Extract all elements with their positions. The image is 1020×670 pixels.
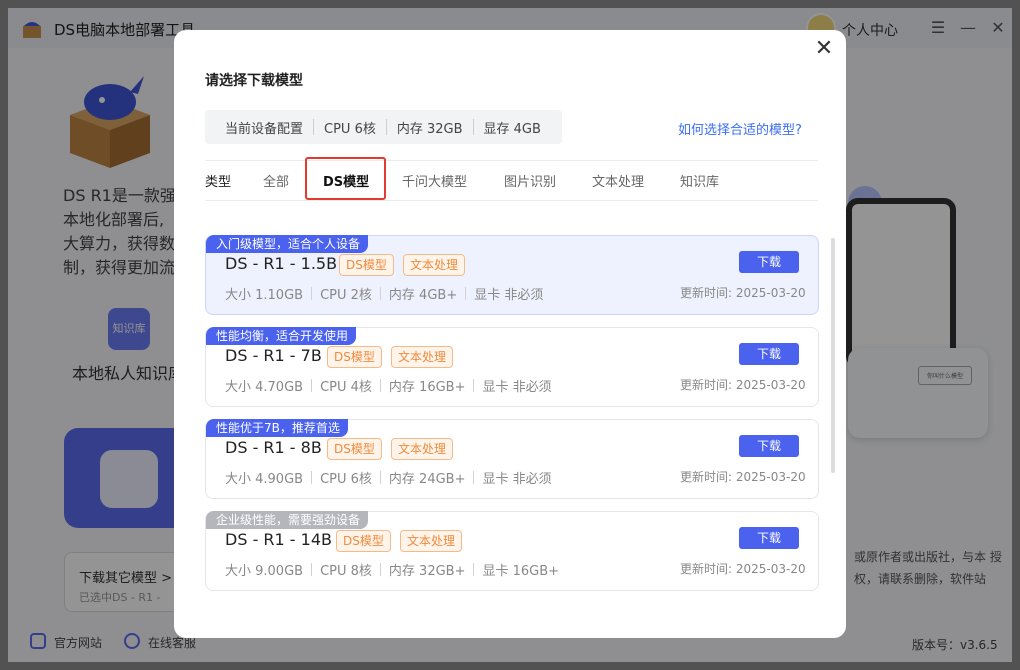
model-cpu: CPU 4核 bbox=[320, 380, 372, 395]
download-button[interactable]: 下载 bbox=[739, 343, 799, 365]
model-cpu: CPU 6核 bbox=[320, 472, 372, 487]
model-list: 入门级模型，适合个人设备 DS - R1 - 1.5B DS模型 文本处理 下载… bbox=[205, 235, 819, 635]
model-tag: 文本处理 bbox=[403, 254, 466, 276]
dialog-title: 请选择下载模型 bbox=[205, 73, 303, 89]
model-memory: 内存 32GB+ bbox=[388, 564, 466, 579]
model-tag: 文本处理 bbox=[391, 438, 454, 460]
model-tag: DS模型 bbox=[327, 438, 382, 460]
model-tier-badge: 企业级性能，需要强劲设备 bbox=[206, 511, 369, 529]
model-tier-badge: 性能均衡，适合开发使用 bbox=[206, 327, 357, 345]
model-updated: 更新时间: 2025-03-20 bbox=[680, 562, 806, 576]
model-name: DS - R1 - 14B bbox=[225, 530, 332, 549]
model-size: 大小 4.70GB bbox=[225, 380, 304, 395]
model-updated: 更新时间: 2025-03-20 bbox=[680, 286, 806, 300]
model-tag: 文本处理 bbox=[400, 530, 463, 552]
model-size: 大小 1.10GB bbox=[225, 288, 304, 303]
tab-knowledge-base[interactable]: 知识库 bbox=[680, 171, 719, 190]
download-button[interactable]: 下载 bbox=[739, 435, 799, 457]
model-tier-badge: 性能优于7B，推荐首选 bbox=[206, 419, 348, 437]
model-specs: 大小 1.10GB CPU 2核 内存 4GB+ 显卡 非必须 bbox=[225, 284, 543, 303]
type-filter-label: 类型 bbox=[205, 175, 232, 190]
model-updated: 更新时间: 2025-03-20 bbox=[680, 470, 806, 484]
model-gpu: 显卡 非必须 bbox=[482, 472, 552, 487]
active-tab-highlight bbox=[305, 157, 386, 200]
model-tier-badge: 入门级模型，适合个人设备 bbox=[206, 235, 369, 253]
download-button[interactable]: 下载 bbox=[739, 251, 799, 273]
divider bbox=[205, 160, 818, 161]
model-gpu: 显卡 非必须 bbox=[482, 380, 552, 395]
model-name: DS - R1 - 1.5B bbox=[225, 254, 338, 273]
device-config-label: 当前设备配置 bbox=[225, 121, 304, 137]
device-cpu: CPU 6核 bbox=[324, 121, 376, 137]
model-card[interactable]: 入门级模型，适合个人设备 DS - R1 - 1.5B DS模型 文本处理 下载… bbox=[205, 235, 819, 315]
model-updated: 更新时间: 2025-03-20 bbox=[680, 378, 806, 392]
model-card[interactable]: 性能优于7B，推荐首选 DS - R1 - 8B DS模型 文本处理 下载 大小… bbox=[205, 419, 819, 499]
tab-qianwen[interactable]: 千问大模型 bbox=[402, 171, 467, 190]
model-gpu: 显卡 非必须 bbox=[474, 288, 544, 303]
tab-all[interactable]: 全部 bbox=[263, 171, 289, 190]
model-specs: 大小 4.90GB CPU 6核 内存 24GB+ 显卡 非必须 bbox=[225, 468, 552, 487]
divider bbox=[205, 200, 818, 201]
model-specs: 大小 9.00GB CPU 8核 内存 32GB+ 显卡 16GB+ bbox=[225, 560, 559, 579]
divider bbox=[313, 119, 315, 135]
device-memory: 内存 32GB bbox=[396, 121, 463, 137]
tab-image-recognition[interactable]: 图片识别 bbox=[504, 171, 556, 190]
divider bbox=[385, 119, 387, 135]
model-cpu: CPU 2核 bbox=[320, 288, 372, 303]
model-card[interactable]: 性能均衡，适合开发使用 DS - R1 - 7B DS模型 文本处理 下载 大小… bbox=[205, 327, 819, 407]
model-memory: 内存 24GB+ bbox=[388, 472, 466, 487]
model-name: DS - R1 - 7B bbox=[225, 346, 322, 365]
model-size: 大小 4.90GB bbox=[225, 472, 304, 487]
model-specs: 大小 4.70GB CPU 4核 内存 16GB+ 显卡 非必须 bbox=[225, 376, 552, 395]
model-select-dialog: ✕ 请选择下载模型 当前设备配置 CPU 6核 内存 32GB 显存 4GB 如… bbox=[174, 30, 846, 638]
model-memory: 内存 4GB+ bbox=[388, 288, 458, 303]
model-card[interactable]: 企业级性能，需要强劲设备 DS - R1 - 14B DS模型 文本处理 下载 … bbox=[205, 511, 819, 591]
close-icon[interactable]: ✕ bbox=[812, 38, 836, 62]
model-tag: DS模型 bbox=[327, 346, 382, 368]
list-scrollbar[interactable] bbox=[831, 238, 835, 473]
model-tag: DS模型 bbox=[339, 254, 394, 276]
model-tag: DS模型 bbox=[336, 530, 391, 552]
divider bbox=[472, 119, 474, 135]
model-size: 大小 9.00GB bbox=[225, 564, 304, 579]
model-memory: 内存 16GB+ bbox=[388, 380, 466, 395]
download-button[interactable]: 下载 bbox=[739, 527, 799, 549]
device-config-bar: 当前设备配置 CPU 6核 内存 32GB 显存 4GB bbox=[205, 110, 562, 144]
tab-text-processing[interactable]: 文本处理 bbox=[592, 171, 644, 190]
model-cpu: CPU 8核 bbox=[320, 564, 372, 579]
model-tag: 文本处理 bbox=[391, 346, 454, 368]
model-name: DS - R1 - 8B bbox=[225, 438, 322, 457]
how-to-choose-link[interactable]: 如何选择合适的模型? bbox=[678, 119, 802, 138]
device-gpu: 显存 4GB bbox=[483, 121, 541, 137]
model-gpu: 显卡 16GB+ bbox=[482, 564, 560, 579]
